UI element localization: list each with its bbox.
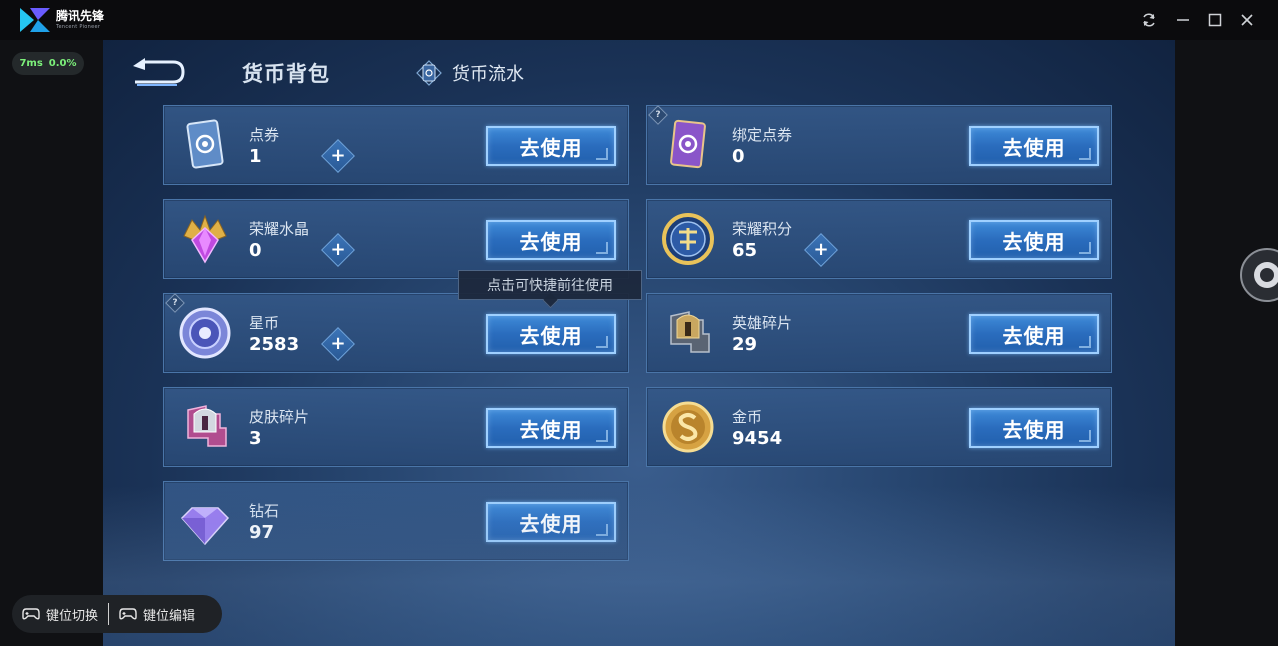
minimize-icon — [1177, 19, 1189, 21]
packet-loss-value: 0.0% — [48, 58, 77, 69]
currency-card-gold-coin: 金币 9454 去使用 — [646, 387, 1112, 467]
app-name: 腾讯先锋 — [56, 9, 105, 23]
currency-name: 星币 — [249, 314, 280, 332]
maximize-icon — [1208, 13, 1222, 27]
currency-card-glory-crystal: 荣耀水晶 0 + 去使用 — [163, 199, 629, 279]
plus-icon: + — [330, 333, 346, 354]
use-button[interactable]: 去使用 — [969, 408, 1099, 448]
key-switch-label: 键位切换 — [46, 608, 99, 624]
currency-card-diamond: 钻石 97 去使用 — [163, 481, 629, 561]
use-button[interactable]: 去使用 — [969, 220, 1099, 260]
currency-card-glory-points: 荣耀积分 65 + 去使用 — [646, 199, 1112, 279]
add-glory-crystal-button[interactable]: + — [321, 233, 355, 267]
currency-value: 2583 — [249, 334, 300, 355]
app-logo-icon — [20, 8, 50, 32]
currency-card-coupon: 点券 1 + 去使用 — [163, 105, 629, 185]
key-edit-button[interactable]: 键位编辑 — [109, 605, 205, 624]
latency-badge: 7ms 0.0% — [12, 52, 84, 75]
tab-label: 货币流水 — [452, 64, 524, 85]
use-button[interactable]: 去使用 — [486, 314, 616, 354]
latency-value: 7ms — [19, 58, 43, 69]
currency-value: 1 — [249, 146, 262, 167]
use-button[interactable]: 去使用 — [486, 502, 616, 542]
currency-name: 绑定点券 — [732, 126, 793, 144]
currency-value: 65 — [732, 240, 758, 261]
diamond-icon — [180, 507, 230, 546]
plus-icon: + — [330, 145, 346, 166]
gold-coin-icon — [662, 401, 714, 453]
left-side-strip — [0, 40, 103, 646]
currency-card-hero-fragment: 英雄碎片 29 去使用 — [646, 293, 1112, 373]
use-button[interactable]: 去使用 — [486, 408, 616, 448]
glory-crystal-icon — [183, 214, 227, 264]
floating-ball-core — [1260, 268, 1274, 282]
add-coupon-button[interactable]: + — [321, 139, 355, 173]
key-switch-button[interactable]: 键位切换 — [12, 605, 108, 624]
right-side-strip — [1175, 40, 1278, 646]
currency-value: 0 — [732, 146, 745, 167]
back-icon[interactable] — [129, 58, 185, 88]
currency-value: 0 — [249, 240, 262, 261]
key-edit-label: 键位编辑 — [143, 608, 196, 624]
page-title: 货币背包 — [242, 62, 330, 86]
close-icon — [1241, 14, 1253, 26]
currency-value: 3 — [249, 428, 262, 449]
star-coin-icon — [179, 307, 231, 359]
bound-coupon-icon — [670, 119, 706, 169]
hero-fragment-icon — [670, 311, 710, 353]
use-button[interactable]: 去使用 — [969, 314, 1099, 354]
use-button[interactable]: 去使用 — [486, 220, 616, 260]
currency-name: 点券 — [249, 126, 280, 144]
use-button[interactable]: 去使用 — [486, 126, 616, 166]
key-mapping-bar: 键位切换 键位编辑 — [12, 595, 222, 633]
currency-value: 97 — [249, 522, 275, 543]
use-button[interactable]: 去使用 — [969, 126, 1099, 166]
app-subtitle: Tencent Pioneer — [56, 24, 101, 30]
refresh-icon — [1143, 13, 1155, 27]
currency-name: 荣耀水晶 — [249, 220, 310, 238]
currency-name: 皮肤碎片 — [249, 408, 310, 426]
skin-fragment-icon — [187, 405, 227, 447]
gamepad-icon — [22, 608, 40, 620]
currency-card-skin-fragment: 皮肤碎片 3 去使用 — [163, 387, 629, 467]
currency-card-icon — [416, 60, 442, 86]
currency-value: 29 — [732, 334, 758, 355]
currency-name: 金币 — [732, 408, 763, 426]
currency-card-star-coin: ? 星币 2583 + 去使用 — [163, 293, 629, 373]
currency-card-bound-coupon: ? 绑定点券 0 去使用 — [646, 105, 1112, 185]
currency-name: 荣耀积分 — [732, 220, 793, 238]
title-bar: 腾讯先锋 Tencent Pioneer — [0, 0, 1278, 41]
tab-currency-flow[interactable]: 货币流水 — [416, 60, 524, 86]
game-screen: 货币背包 货币流水 点券 1 + 去使用 ? 绑定点券 0 去使用 荣耀水晶 0… — [103, 40, 1175, 646]
add-glory-points-button[interactable]: + — [804, 233, 838, 267]
maximize-button[interactable] — [1204, 9, 1226, 31]
refresh-button[interactable] — [1138, 9, 1160, 31]
currency-name: 英雄碎片 — [732, 314, 793, 332]
plus-icon: + — [813, 239, 829, 260]
add-star-coin-button[interactable]: + — [321, 327, 355, 361]
quick-use-tooltip: 点击可快捷前往使用 — [458, 270, 642, 300]
minimize-button[interactable] — [1172, 9, 1194, 31]
plus-icon: + — [330, 239, 346, 260]
coupon-icon — [186, 119, 224, 169]
currency-value: 9454 — [732, 428, 783, 449]
glory-points-icon — [662, 213, 714, 265]
close-button[interactable] — [1236, 9, 1258, 31]
currency-name: 钻石 — [249, 502, 280, 520]
gamepad-icon — [119, 608, 137, 620]
